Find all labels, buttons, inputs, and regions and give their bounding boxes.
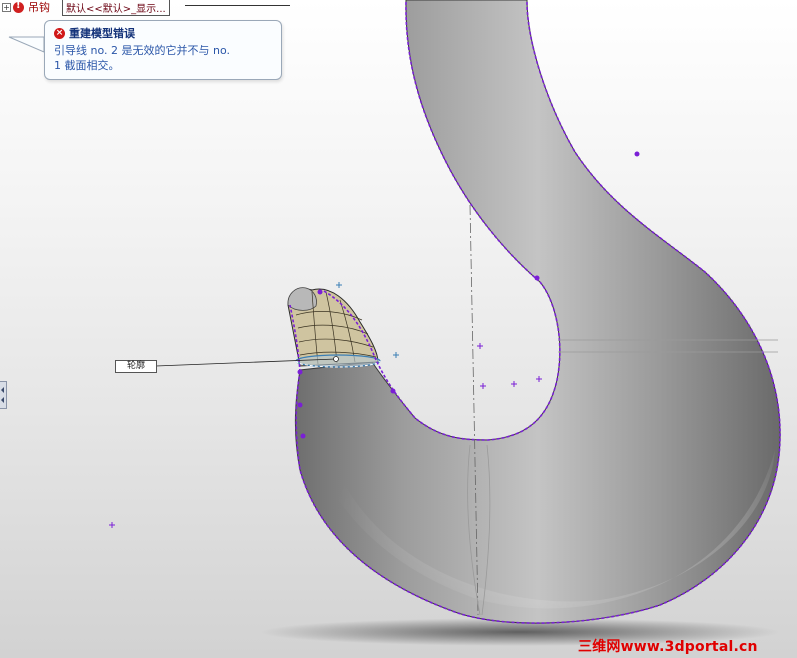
tree-underline [185, 5, 290, 6]
rebuild-error-balloon[interactable]: × 重建模型错误 引导线 no. 2 是无效的它并不与 no. 1 截面相交。 [44, 20, 282, 80]
error-x-icon: × [54, 27, 65, 39]
balloon-message-line2: 1 截面相交。 [54, 59, 120, 72]
balloon-tail [8, 36, 45, 53]
profile-callout-label[interactable]: 轮廓 [115, 360, 157, 373]
arrows-icon [1, 387, 4, 403]
graphics-viewport[interactable]: + 吊钩 默认<<默认>_显示... × 重建模型错误 引导线 no. 2 是无… [0, 0, 797, 658]
expand-toggle[interactable]: + [2, 2, 11, 12]
configuration-label[interactable]: 默认<<默认>_显示... [62, 0, 170, 16]
error-part-icon [13, 0, 24, 13]
feature-tree-row[interactable]: + 吊钩 默认<<默认>_显示... [0, 0, 300, 16]
callout-anchor [333, 356, 339, 362]
balloon-message-line1: 引导线 no. 2 是无效的它并不与 no. [54, 44, 230, 57]
balloon-message: 引导线 no. 2 是无效的它并不与 no. 1 截面相交。 [54, 43, 274, 73]
part-name[interactable]: 吊钩 [28, 0, 50, 15]
balloon-header: × 重建模型错误 [54, 25, 135, 41]
watermark-text: 三维网www.3dportal.cn [578, 639, 758, 655]
collapse-panel-handle[interactable] [0, 381, 7, 409]
balloon-title: 重建模型错误 [69, 27, 135, 40]
model-canvas [109, 0, 781, 646]
